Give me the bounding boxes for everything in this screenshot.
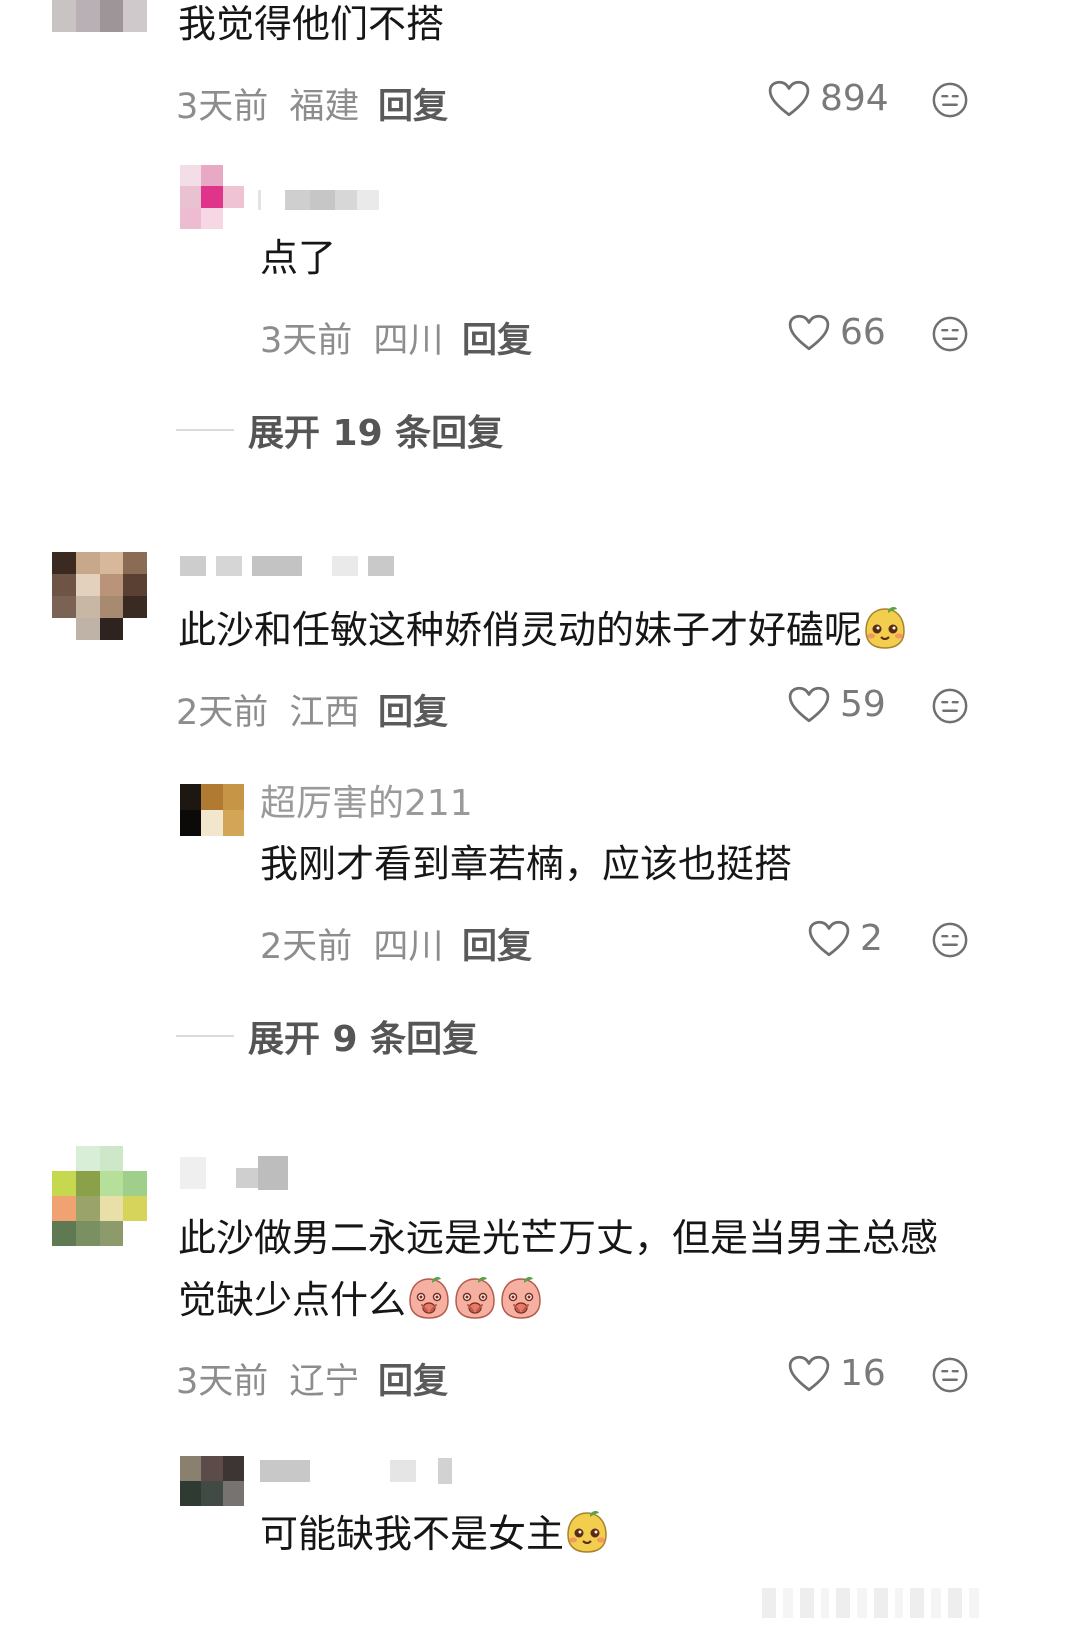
reply-meta: 3天前 四川: [260, 312, 443, 363]
like-button[interactable]: 66: [788, 312, 886, 353]
comment-meta: 3天前 辽宁: [176, 1353, 359, 1404]
username-blurred: [180, 1156, 288, 1190]
pink-sticker-emoji: [498, 1275, 544, 1321]
comment-text-line2: 觉缺少点什么: [178, 1270, 544, 1331]
like-button[interactable]: 2: [808, 918, 883, 959]
heart-outline-icon: [788, 1355, 830, 1393]
comment-time: 3天前: [176, 87, 269, 127]
avatar[interactable]: [52, 0, 147, 32]
like-count: 59: [840, 684, 886, 725]
heart-outline-icon: [808, 920, 850, 958]
reply-username[interactable]: 超厉害的211: [260, 774, 473, 826]
expand-replies-label: 展开 9 条回复: [248, 1019, 479, 1060]
reply-text: 点了: [260, 236, 337, 280]
yellow-sticker-emoji: [862, 605, 908, 651]
avatar[interactable]: [52, 1146, 147, 1246]
avatar[interactable]: [52, 552, 147, 640]
reply-time: 3天前: [260, 321, 353, 361]
like-count: 66: [840, 312, 886, 353]
heart-outline-icon: [768, 80, 810, 118]
like-count: 2: [860, 918, 883, 959]
neutral-face-icon[interactable]: [931, 1356, 969, 1394]
reply-button[interactable]: 回复: [378, 78, 448, 129]
like-count: 16: [840, 1353, 886, 1394]
reply-button[interactable]: 回复: [462, 918, 532, 969]
username-blurred: [180, 556, 394, 576]
comment-text: 此沙和任敏这种娇俏灵动的妹子才好磕呢: [178, 600, 908, 661]
reply-time: 2天前: [260, 927, 353, 967]
comment-location: 福建: [289, 87, 360, 127]
neutral-face-icon[interactable]: [931, 921, 969, 959]
neutral-face-icon[interactable]: [931, 315, 969, 353]
reply-avatar[interactable]: [180, 784, 244, 836]
reply-text: 可能缺我不是女主: [260, 1504, 610, 1565]
reply-button[interactable]: 回复: [462, 312, 532, 363]
like-button[interactable]: 894: [768, 78, 889, 119]
reply-username-blurred: [260, 1458, 452, 1484]
expand-replies-label: 展开 19 条回复: [248, 413, 504, 454]
pink-sticker-emoji: [406, 1275, 452, 1321]
comment-text-content: 觉缺少点什么: [178, 1278, 407, 1322]
neutral-face-icon[interactable]: [931, 81, 969, 119]
reply-location: 四川: [373, 927, 444, 967]
comment-time: 2天前: [176, 693, 269, 733]
comment-time: 3天前: [176, 1362, 269, 1402]
expand-replies-button[interactable]: 展开 19 条回复: [176, 404, 503, 456]
comment-text-line1: 此沙做男二永远是光芒万丈，但是当男主总感: [178, 1216, 939, 1260]
reply-avatar[interactable]: [180, 1456, 244, 1506]
like-count: 894: [820, 78, 889, 119]
heart-outline-icon: [788, 314, 830, 352]
reply-text-content: 可能缺我不是女主: [260, 1512, 565, 1556]
expand-replies-button[interactable]: 展开 9 条回复: [176, 1010, 478, 1062]
comment-meta: 3天前 福建: [176, 78, 359, 129]
comment-location: 江西: [289, 693, 360, 733]
heart-outline-icon: [788, 686, 830, 724]
yellow-sticker-emoji: [564, 1509, 610, 1555]
divider-line: [176, 1035, 234, 1037]
comment-location: 辽宁: [289, 1362, 360, 1402]
comment-meta: 2天前 江西: [176, 684, 359, 735]
comment-text: 我觉得他们不搭: [178, 2, 445, 46]
watermark: [762, 1588, 1034, 1618]
reply-username-blurred: [258, 190, 379, 210]
like-button[interactable]: 59: [788, 684, 886, 725]
reply-location: 四川: [373, 321, 444, 361]
divider-line: [176, 429, 234, 431]
pink-sticker-emoji: [452, 1275, 498, 1321]
reply-avatar[interactable]: [180, 165, 244, 229]
reply-meta: 2天前 四川: [260, 918, 443, 969]
reply-button[interactable]: 回复: [378, 684, 448, 735]
reply-button[interactable]: 回复: [378, 1353, 448, 1404]
comment-text-content: 此沙和任敏这种娇俏灵动的妹子才好磕呢: [178, 608, 863, 652]
neutral-face-icon[interactable]: [931, 687, 969, 725]
reply-text: 我刚才看到章若楠，应该也挺搭: [260, 842, 793, 886]
like-button[interactable]: 16: [788, 1353, 886, 1394]
